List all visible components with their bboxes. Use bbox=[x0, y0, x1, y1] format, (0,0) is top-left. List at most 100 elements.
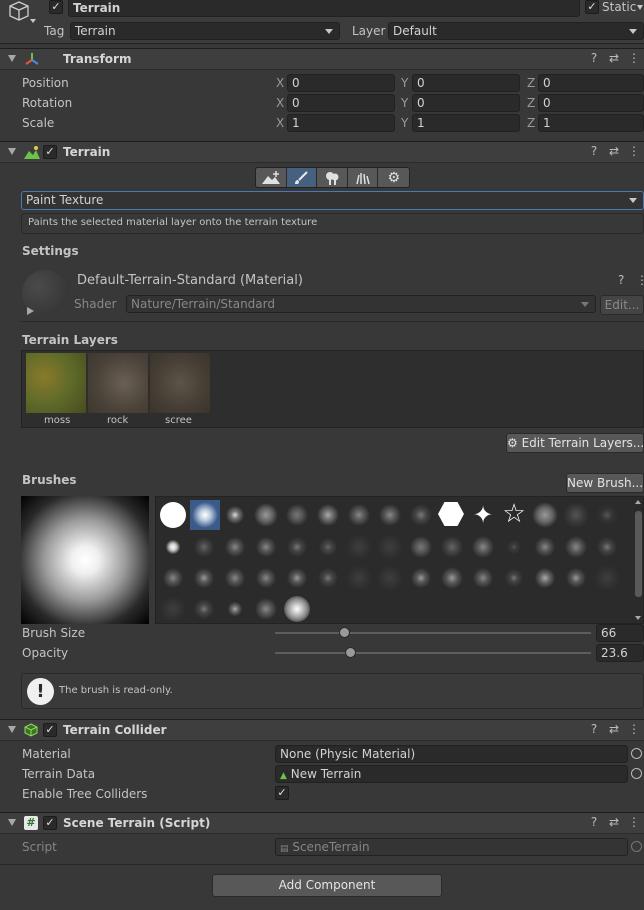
help-icon[interactable]: ? bbox=[588, 722, 600, 736]
terrain-header[interactable]: ✓ Terrain ? ⇄ ⋮ bbox=[0, 141, 644, 163]
help-icon[interactable]: ? bbox=[588, 51, 600, 65]
scene-terrain-header[interactable]: # ✓ Scene Terrain (Script) ? ⇄ ⋮ bbox=[0, 812, 644, 834]
rotation-y-field[interactable]: 0 bbox=[412, 94, 520, 112]
help-icon[interactable]: ? bbox=[588, 144, 600, 158]
brush-item[interactable] bbox=[222, 596, 248, 622]
preset-icon[interactable]: ⇄ bbox=[608, 722, 620, 736]
brush-item[interactable] bbox=[408, 565, 434, 591]
brush-item[interactable] bbox=[408, 502, 434, 528]
paint-trees-tool[interactable] bbox=[317, 168, 348, 187]
brush-hard-circle[interactable] bbox=[160, 502, 186, 528]
terrain-settings-tool[interactable]: ⚙ bbox=[378, 168, 409, 187]
help-icon[interactable]: ? bbox=[618, 273, 624, 287]
brush-item[interactable] bbox=[563, 534, 589, 560]
terrain-enabled-checkbox[interactable]: ✓ bbox=[43, 145, 57, 159]
brush-size-track[interactable] bbox=[275, 632, 591, 634]
foldout-arrow-icon[interactable] bbox=[8, 148, 16, 155]
brush-grid-scrollbar[interactable] bbox=[634, 497, 643, 623]
opacity-knob[interactable] bbox=[345, 647, 357, 658]
brush-item[interactable] bbox=[222, 534, 248, 560]
brush-item[interactable] bbox=[315, 565, 341, 591]
brush-item[interactable] bbox=[222, 502, 248, 528]
brush-size-field[interactable]: 66 bbox=[596, 624, 644, 642]
brush-item[interactable] bbox=[284, 502, 310, 528]
paint-details-tool[interactable] bbox=[347, 168, 379, 187]
brush-item[interactable] bbox=[191, 534, 217, 560]
collider-enabled-checkbox[interactable]: ✓ bbox=[43, 723, 57, 737]
paint-brush-tool[interactable] bbox=[286, 168, 318, 187]
terrain-data-field[interactable]: ▲ New Terrain bbox=[275, 765, 628, 783]
brush-item[interactable] bbox=[377, 534, 403, 560]
brush-item[interactable] bbox=[532, 534, 558, 560]
tree-colliders-checkbox[interactable]: ✓ bbox=[275, 786, 289, 800]
brush-item[interactable] bbox=[470, 565, 496, 591]
rotation-x-field[interactable]: 0 bbox=[287, 94, 395, 112]
brush-item[interactable] bbox=[284, 565, 310, 591]
brush-item[interactable] bbox=[532, 502, 558, 528]
brush-item[interactable] bbox=[408, 534, 434, 560]
brush-item[interactable] bbox=[253, 534, 279, 560]
object-picker-icon[interactable] bbox=[631, 748, 642, 759]
brush-item[interactable] bbox=[284, 534, 310, 560]
brush-item[interactable] bbox=[470, 534, 496, 560]
scale-z-field[interactable]: 1 bbox=[538, 114, 644, 132]
brush-item[interactable] bbox=[377, 502, 403, 528]
brush-item[interactable] bbox=[222, 565, 248, 591]
position-y-field[interactable]: 0 bbox=[412, 74, 520, 92]
brush-hexagon[interactable] bbox=[438, 502, 464, 526]
new-brush-button[interactable]: New Brush... bbox=[566, 473, 644, 493]
preset-icon[interactable]: ⇄ bbox=[608, 51, 620, 65]
menu-icon[interactable]: ⋮ bbox=[628, 144, 640, 158]
scale-y-field[interactable]: 1 bbox=[412, 114, 520, 132]
help-icon[interactable]: ? bbox=[588, 815, 600, 829]
layer-tile-rock[interactable] bbox=[88, 353, 148, 413]
layer-tile-scree[interactable] bbox=[150, 353, 210, 413]
material-foldout-icon[interactable] bbox=[27, 307, 34, 315]
brush-item[interactable] bbox=[160, 565, 186, 591]
static-checkbox[interactable]: ✓ bbox=[585, 0, 599, 14]
brush-item[interactable] bbox=[439, 534, 465, 560]
brush-item[interactable] bbox=[253, 565, 279, 591]
terrain-collider-header[interactable]: ✓ Terrain Collider ? ⇄ ⋮ bbox=[0, 719, 644, 741]
shader-edit-button[interactable]: Edit... bbox=[600, 295, 644, 315]
opacity-track[interactable] bbox=[275, 652, 591, 654]
rotation-z-field[interactable]: 0 bbox=[538, 94, 644, 112]
menu-icon[interactable]: ⋮ bbox=[636, 273, 644, 287]
brush-item[interactable] bbox=[315, 534, 341, 560]
brush-item[interactable] bbox=[191, 565, 217, 591]
scale-x-field[interactable]: 1 bbox=[287, 114, 395, 132]
active-checkbox[interactable]: ✓ bbox=[49, 0, 63, 14]
brush-item[interactable] bbox=[253, 596, 279, 622]
tag-dropdown[interactable]: Terrain bbox=[70, 22, 340, 40]
brush-item[interactable] bbox=[594, 534, 620, 560]
brush-item[interactable] bbox=[160, 596, 186, 622]
brush-item[interactable] bbox=[160, 534, 186, 560]
position-z-field[interactable]: 0 bbox=[538, 74, 644, 92]
layer-tile-moss[interactable] bbox=[26, 353, 86, 413]
brush-item[interactable] bbox=[563, 565, 589, 591]
foldout-arrow-icon[interactable] bbox=[8, 726, 16, 733]
tool-mode-dropdown[interactable]: Paint Texture bbox=[21, 191, 644, 210]
menu-icon[interactable]: ⋮ bbox=[628, 51, 640, 65]
brush-item[interactable] bbox=[563, 502, 589, 528]
brush-item[interactable] bbox=[532, 565, 558, 591]
brush-item[interactable] bbox=[191, 596, 217, 622]
brush-item[interactable] bbox=[346, 565, 372, 591]
foldout-arrow-icon[interactable] bbox=[8, 819, 16, 826]
shader-dropdown[interactable]: Nature/Terrain/Standard bbox=[126, 295, 596, 313]
brush-item[interactable] bbox=[346, 502, 372, 528]
brush-item[interactable] bbox=[284, 596, 310, 622]
brush-star[interactable]: ☆ bbox=[499, 499, 529, 529]
preset-icon[interactable]: ⇄ bbox=[608, 144, 620, 158]
brush-item[interactable] bbox=[346, 534, 372, 560]
brush-item[interactable] bbox=[594, 565, 620, 591]
brush-size-knob[interactable] bbox=[339, 627, 351, 638]
brush-item[interactable] bbox=[501, 565, 527, 591]
brush-starburst[interactable]: ✦ bbox=[469, 501, 497, 529]
menu-icon[interactable]: ⋮ bbox=[628, 722, 640, 736]
brush-item[interactable] bbox=[501, 534, 527, 560]
transform-header[interactable]: Transform ? ⇄ ⋮ bbox=[0, 48, 644, 70]
brush-soft-circle-selected[interactable] bbox=[190, 500, 220, 530]
foldout-arrow-icon[interactable] bbox=[8, 55, 16, 62]
static-dropdown-arrow[interactable] bbox=[637, 5, 643, 10]
